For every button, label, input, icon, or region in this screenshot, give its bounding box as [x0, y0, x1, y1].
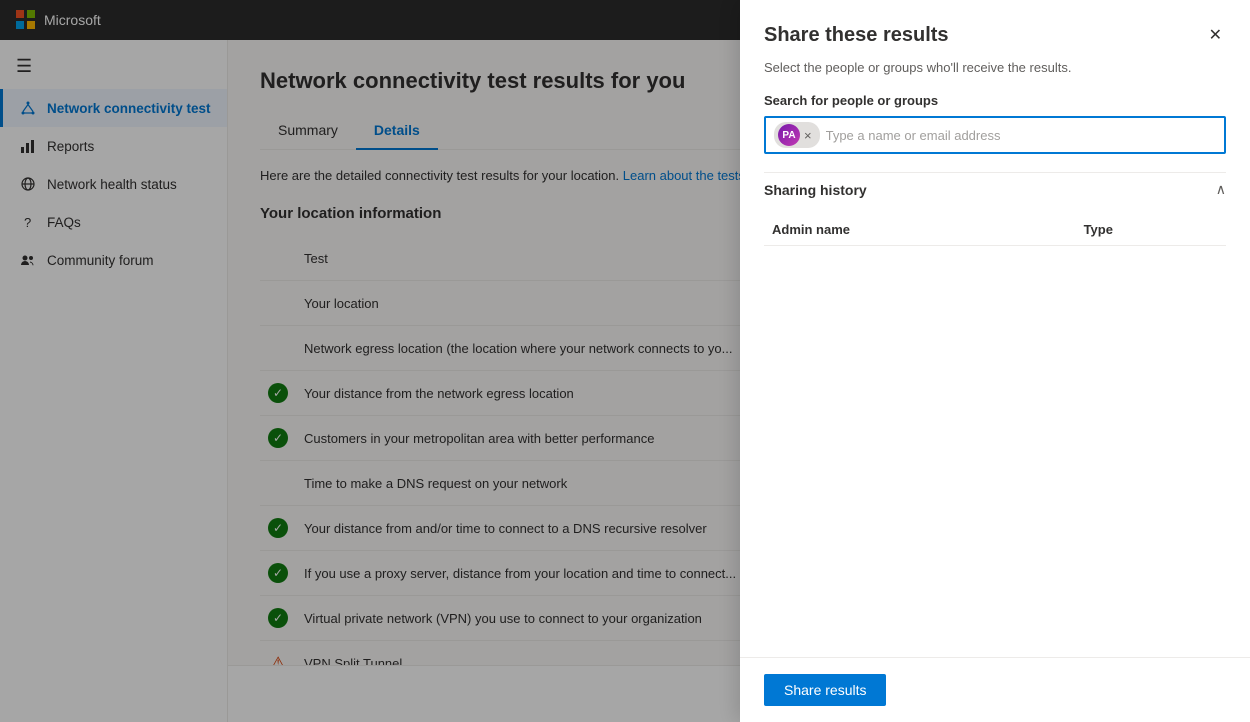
panel-close-button[interactable]: ✕ — [1205, 24, 1226, 48]
tag-remove-button[interactable]: × — [804, 129, 812, 142]
share-panel: Share these results ✕ Select the people … — [740, 0, 1250, 722]
search-label: Search for people or groups — [764, 93, 1226, 108]
share-button[interactable]: Share results — [764, 674, 886, 706]
history-chevron-icon: ∧ — [1216, 181, 1226, 198]
people-input-row[interactable]: PA × — [764, 116, 1226, 154]
column-admin-name: Admin name — [764, 214, 1076, 246]
people-tag: PA × — [774, 122, 820, 148]
panel-subtitle: Select the people or groups who'll recei… — [764, 60, 1226, 75]
panel-body: Select the people or groups who'll recei… — [740, 48, 1250, 657]
history-table: Admin name Type — [764, 214, 1226, 246]
panel-title: Share these results — [764, 24, 949, 47]
history-header[interactable]: Sharing history ∧ — [764, 172, 1226, 206]
history-title: Sharing history — [764, 182, 867, 198]
panel-header: Share these results ✕ — [740, 0, 1250, 48]
tag-initials: PA — [782, 130, 795, 141]
panel-footer: Share results — [740, 657, 1250, 722]
people-search-input[interactable] — [826, 128, 1216, 143]
tag-avatar: PA — [778, 124, 800, 146]
column-type: Type — [1076, 214, 1226, 246]
